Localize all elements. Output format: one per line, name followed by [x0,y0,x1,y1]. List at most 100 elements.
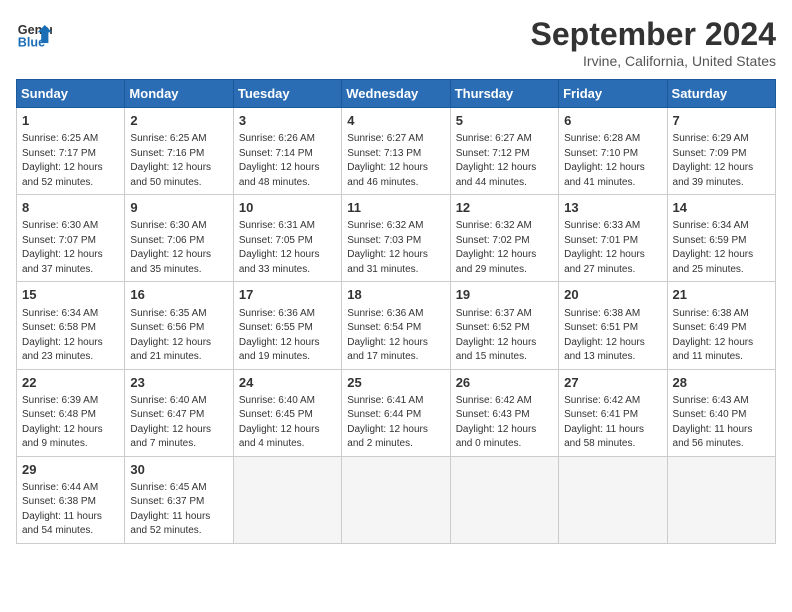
calendar-cell: 20 Sunrise: 6:38 AMSunset: 6:51 PMDayligh… [559,282,667,369]
day-info: Sunrise: 6:42 AMSunset: 6:43 PMDaylight:… [456,394,553,452]
day-number: 17 [239,286,336,304]
calendar-cell [342,456,450,543]
day-number: 23 [130,374,227,392]
calendar-cell: 30 Sunrise: 6:45 AMSunset: 6:37 PMDayligh… [125,456,233,543]
calendar-cell: 26Sunrise: 6:42 AMSunset: 6:43 PMDayligh… [450,369,558,456]
day-number: 20 [564,286,661,304]
day-info: Sunrise: 6:25 AMSunset: 7:17 PMDaylight:… [22,132,119,190]
day-number: 3 [239,112,336,130]
day-info: Sunrise: 6:39 AMSunset: 6:48 PMDaylight:… [22,394,119,452]
calendar-cell: 15 Sunrise: 6:34 AMSunset: 6:58 PMDayligh… [17,282,125,369]
day-info: Sunrise: 6:41 AMSunset: 6:44 PMDaylight:… [347,394,444,452]
day-number: 22 [22,374,119,392]
calendar-cell [667,456,775,543]
day-info: Sunrise: 6:27 AMSunset: 7:13 PMDaylight:… [347,132,444,190]
day-info: Sunrise: 6:38 AMSunset: 6:51 PMDaylight:… [564,307,661,365]
logo: General Blue [16,16,52,52]
day-number: 11 [347,199,444,217]
day-info: Sunrise: 6:45 AMSunset: 6:37 PMDaylight:… [130,481,227,539]
day-number: 24 [239,374,336,392]
page-header: General Blue September 2024 Irvine, Cali… [16,16,776,69]
day-number: 30 [130,461,227,479]
day-number: 14 [673,199,770,217]
header-friday: Friday [559,80,667,108]
day-number: 28 [673,374,770,392]
calendar-cell: 10 Sunrise: 6:31 AMSunset: 7:05 PMDayligh… [233,195,341,282]
day-number: 9 [130,199,227,217]
calendar-cell: 21 Sunrise: 6:38 AMSunset: 6:49 PMDayligh… [667,282,775,369]
day-number: 15 [22,286,119,304]
calendar-cell: 12 Sunrise: 6:32 AMSunset: 7:02 PMDayligh… [450,195,558,282]
calendar-cell: 28 Sunrise: 6:43 AMSunset: 6:40 PMDayligh… [667,369,775,456]
day-number: 5 [456,112,553,130]
calendar-cell: 8Sunrise: 6:30 AMSunset: 7:07 PMDaylight… [17,195,125,282]
calendar-cell [233,456,341,543]
day-info: Sunrise: 6:30 AMSunset: 7:06 PMDaylight:… [130,219,227,277]
week-row-1: 1Sunrise: 6:25 AMSunset: 7:17 PMDaylight… [17,108,776,195]
calendar-cell: 27Sunrise: 6:42 AMSunset: 6:41 PMDayligh… [559,369,667,456]
day-number: 16 [130,286,227,304]
header-tuesday: Tuesday [233,80,341,108]
day-info: Sunrise: 6:33 AMSunset: 7:01 PMDaylight:… [564,219,661,277]
title-block: September 2024 Irvine, California, Unite… [531,16,776,69]
calendar-cell: 7 Sunrise: 6:29 AMSunset: 7:09 PMDaylight… [667,108,775,195]
logo-icon: General Blue [16,16,52,52]
month-title: September 2024 [531,16,776,53]
header-thursday: Thursday [450,80,558,108]
calendar-table: SundayMondayTuesdayWednesdayThursdayFrid… [16,79,776,544]
week-row-3: 15 Sunrise: 6:34 AMSunset: 6:58 PMDayligh… [17,282,776,369]
calendar-cell: 24 Sunrise: 6:40 AMSunset: 6:45 PMDayligh… [233,369,341,456]
calendar-cell: 19Sunrise: 6:37 AMSunset: 6:52 PMDayligh… [450,282,558,369]
calendar-cell: 17Sunrise: 6:36 AMSunset: 6:55 PMDayligh… [233,282,341,369]
day-number: 13 [564,199,661,217]
day-number: 29 [22,461,119,479]
calendar-body: 1Sunrise: 6:25 AMSunset: 7:17 PMDaylight… [17,108,776,544]
calendar-cell: 18Sunrise: 6:36 AMSunset: 6:54 PMDayligh… [342,282,450,369]
day-info: Sunrise: 6:34 AMSunset: 6:58 PMDaylight:… [22,307,119,365]
day-info: Sunrise: 6:34 AMSunset: 6:59 PMDaylight:… [673,219,770,277]
header-row: SundayMondayTuesdayWednesdayThursdayFrid… [17,80,776,108]
header-wednesday: Wednesday [342,80,450,108]
calendar-cell: 23 Sunrise: 6:40 AMSunset: 6:47 PMDayligh… [125,369,233,456]
calendar-cell: 6Sunrise: 6:28 AMSunset: 7:10 PMDaylight… [559,108,667,195]
calendar-cell: 2 Sunrise: 6:25 AMSunset: 7:16 PMDaylight… [125,108,233,195]
day-info: Sunrise: 6:40 AMSunset: 6:47 PMDaylight:… [130,394,227,452]
day-info: Sunrise: 6:31 AMSunset: 7:05 PMDaylight:… [239,219,336,277]
day-info: Sunrise: 6:32 AMSunset: 7:02 PMDaylight:… [456,219,553,277]
calendar-header: SundayMondayTuesdayWednesdayThursdayFrid… [17,80,776,108]
header-monday: Monday [125,80,233,108]
day-number: 12 [456,199,553,217]
day-info: Sunrise: 6:40 AMSunset: 6:45 PMDaylight:… [239,394,336,452]
day-number: 25 [347,374,444,392]
day-info: Sunrise: 6:27 AMSunset: 7:12 PMDaylight:… [456,132,553,190]
week-row-5: 29 Sunrise: 6:44 AMSunset: 6:38 PMDayligh… [17,456,776,543]
calendar-cell: 29 Sunrise: 6:44 AMSunset: 6:38 PMDayligh… [17,456,125,543]
calendar-cell: 22 Sunrise: 6:39 AMSunset: 6:48 PMDayligh… [17,369,125,456]
day-info: Sunrise: 6:42 AMSunset: 6:41 PMDaylight:… [564,394,661,452]
day-info: Sunrise: 6:44 AMSunset: 6:38 PMDaylight:… [22,481,119,539]
calendar-cell [450,456,558,543]
day-info: Sunrise: 6:38 AMSunset: 6:49 PMDaylight:… [673,307,770,365]
header-sunday: Sunday [17,80,125,108]
day-info: Sunrise: 6:29 AMSunset: 7:09 PMDaylight:… [673,132,770,190]
day-info: Sunrise: 6:35 AMSunset: 6:56 PMDaylight:… [130,307,227,365]
calendar-cell: 4Sunrise: 6:27 AMSunset: 7:13 PMDaylight… [342,108,450,195]
day-number: 7 [673,112,770,130]
day-info: Sunrise: 6:43 AMSunset: 6:40 PMDaylight:… [673,394,770,452]
day-info: Sunrise: 6:25 AMSunset: 7:16 PMDaylight:… [130,132,227,190]
day-number: 18 [347,286,444,304]
calendar-cell: 3Sunrise: 6:26 AMSunset: 7:14 PMDaylight… [233,108,341,195]
calendar-cell: 1Sunrise: 6:25 AMSunset: 7:17 PMDaylight… [17,108,125,195]
day-number: 21 [673,286,770,304]
day-number: 10 [239,199,336,217]
calendar-cell: 9 Sunrise: 6:30 AMSunset: 7:06 PMDaylight… [125,195,233,282]
calendar-cell: 25 Sunrise: 6:41 AMSunset: 6:44 PMDayligh… [342,369,450,456]
day-info: Sunrise: 6:32 AMSunset: 7:03 PMDaylight:… [347,219,444,277]
calendar-cell: 13 Sunrise: 6:33 AMSunset: 7:01 PMDayligh… [559,195,667,282]
week-row-2: 8Sunrise: 6:30 AMSunset: 7:07 PMDaylight… [17,195,776,282]
day-number: 2 [130,112,227,130]
location: Irvine, California, United States [531,53,776,69]
day-number: 19 [456,286,553,304]
calendar-cell: 16 Sunrise: 6:35 AMSunset: 6:56 PMDayligh… [125,282,233,369]
calendar-cell: 14 Sunrise: 6:34 AMSunset: 6:59 PMDayligh… [667,195,775,282]
